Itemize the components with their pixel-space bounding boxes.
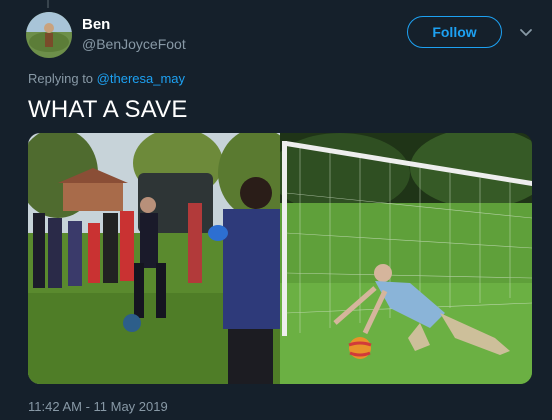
tweet-media[interactable] — [28, 133, 532, 384]
author-name[interactable]: Ben — [82, 16, 110, 33]
author-handle[interactable]: @BenJoyceFoot — [82, 36, 186, 52]
tweet-header: Ben @BenJoyceFoot Follow — [26, 12, 538, 58]
tweet-text: WHAT A SAVE — [28, 96, 188, 123]
thread-connector-line — [47, 0, 49, 8]
reply-mention-link[interactable]: @theresa_may — [97, 71, 185, 86]
follow-button[interactable]: Follow — [407, 16, 502, 48]
media-photo-left[interactable] — [28, 133, 280, 384]
tweet-timestamp[interactable]: 11:42 AM - 11 May 2019 — [28, 399, 168, 414]
reply-context: Replying to @theresa_may — [28, 71, 185, 86]
reply-prefix: Replying to — [28, 71, 94, 86]
media-photo-right[interactable] — [280, 133, 532, 384]
chevron-down-icon[interactable] — [518, 24, 534, 40]
avatar[interactable] — [26, 12, 72, 58]
